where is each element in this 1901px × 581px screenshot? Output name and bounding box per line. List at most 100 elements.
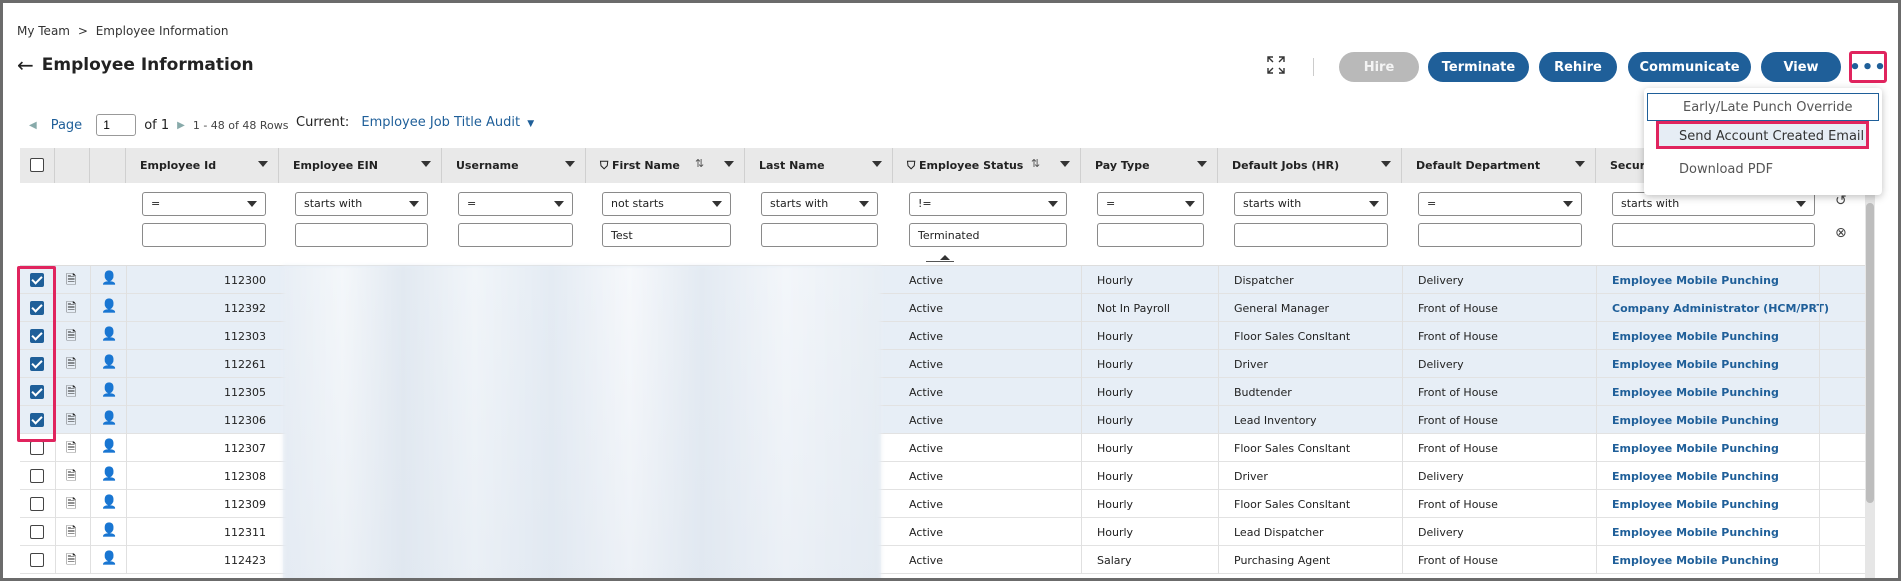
column-divider [90, 462, 91, 490]
cell-security[interactable]: Employee Mobile Punching [1612, 554, 1779, 567]
row-checkbox[interactable] [30, 469, 44, 483]
edit-user-icon[interactable]: 👤 [101, 523, 117, 538]
edit-user-icon[interactable]: 👤 [101, 411, 117, 426]
row-checkbox[interactable] [30, 553, 44, 567]
row-checkbox[interactable] [30, 441, 44, 455]
filter-value-username[interactable] [458, 223, 573, 247]
filter-op-employee-ein[interactable]: starts with [295, 192, 428, 216]
filter-value-first-name[interactable]: Test [602, 223, 731, 247]
filter-value-security[interactable] [1612, 223, 1815, 247]
filter-value-default-jobs[interactable] [1234, 223, 1388, 247]
terminate-button[interactable]: Terminate [1428, 52, 1529, 82]
column-header-first-name[interactable]: ⛉ First Name ⇅ [586, 148, 745, 183]
menu-item-download-pdf[interactable]: Download PDF [1644, 156, 1882, 184]
edit-user-icon[interactable]: 👤 [101, 299, 117, 314]
hire-button[interactable]: Hire [1339, 52, 1419, 82]
menu-item-send-account-created-email[interactable]: Send Account Created Email [1656, 121, 1869, 149]
filter-op-default-jobs[interactable]: starts with [1234, 192, 1388, 216]
cell-security[interactable]: Employee Mobile Punching [1612, 526, 1779, 539]
view-record-icon[interactable]: 🗎 [66, 383, 76, 405]
filter-value-pay-type[interactable] [1097, 223, 1204, 247]
resize-caret-icon[interactable] [940, 255, 950, 260]
column-divider [126, 266, 127, 294]
cell-security[interactable]: Employee Mobile Punching [1612, 330, 1779, 343]
resize-handle[interactable] [926, 261, 954, 262]
view-record-icon[interactable]: 🗎 [66, 299, 76, 321]
column-divider [90, 546, 91, 574]
edit-user-icon[interactable]: 👤 [101, 327, 117, 342]
filter-value-last-name[interactable] [761, 223, 878, 247]
cell-pay-type: Hourly [1097, 498, 1134, 511]
edit-user-icon[interactable]: 👤 [101, 271, 117, 286]
filter-value-employee-status[interactable]: Terminated [909, 223, 1067, 247]
view-record-icon[interactable]: 🗎 [66, 271, 76, 293]
view-button[interactable]: View [1761, 52, 1841, 82]
cell-security[interactable]: Employee Mobile Punching [1612, 274, 1779, 287]
breadcrumb-root[interactable]: My Team [17, 24, 70, 38]
reset-filters-icon[interactable]: ↺ [1835, 193, 1847, 209]
view-record-icon[interactable]: 🗎 [66, 439, 76, 461]
view-record-icon[interactable]: 🗎 [66, 411, 76, 433]
cell-security[interactable]: Employee Mobile Punching [1612, 414, 1779, 427]
column-header-default-jobs[interactable]: Default Jobs (HR) [1218, 148, 1402, 183]
edit-user-icon[interactable]: 👤 [101, 383, 117, 398]
filter-op-security[interactable]: starts with [1612, 192, 1815, 216]
filter-op-default-department[interactable]: = [1418, 192, 1582, 216]
column-header-employee-status[interactable]: ⛉ Employee Status ⇅ [893, 148, 1081, 183]
row-checkbox[interactable] [30, 525, 44, 539]
breadcrumb: My Team > Employee Information [17, 24, 232, 38]
current-view-select[interactable]: Employee Job Title Audit [361, 115, 520, 130]
view-record-icon[interactable]: 🗎 [66, 467, 76, 489]
cell-security[interactable]: Employee Mobile Punching [1612, 442, 1779, 455]
filter-op-first-name[interactable]: not starts [602, 192, 731, 216]
column-header-username[interactable]: Username [442, 148, 586, 183]
filter-value-employee-id[interactable] [142, 223, 266, 247]
menu-item-early-late-punch-override[interactable]: Early/Late Punch Override [1647, 93, 1879, 121]
rehire-button[interactable]: Rehire [1539, 52, 1617, 82]
column-divider [90, 434, 91, 462]
cell-default-jobs: Driver [1234, 358, 1268, 371]
chevron-down-icon[interactable]: ▼ [527, 119, 534, 129]
row-checkbox[interactable] [30, 497, 44, 511]
view-record-icon[interactable]: 🗎 [66, 551, 76, 573]
view-record-icon[interactable]: 🗎 [66, 495, 76, 517]
column-header-employee-ein[interactable]: Employee EIN [279, 148, 442, 183]
edit-user-icon[interactable]: 👤 [101, 495, 117, 510]
filter-op-employee-id[interactable]: = [142, 192, 266, 216]
more-options-button[interactable]: ••• [1849, 51, 1887, 83]
column-header-last-name[interactable]: Last Name [745, 148, 893, 183]
cell-security[interactable]: Company Administrator (HCM/PRT) [1612, 302, 1829, 315]
filter-op-employee-status[interactable]: != [909, 192, 1067, 216]
select-all-checkbox[interactable] [30, 158, 44, 172]
page-number-input[interactable] [96, 114, 137, 136]
column-header-employee-id[interactable]: Employee Id [126, 148, 279, 183]
back-arrow-icon[interactable]: ← [17, 55, 34, 75]
edit-user-icon[interactable]: 👤 [101, 355, 117, 370]
filter-op-pay-type[interactable]: = [1097, 192, 1204, 216]
edit-user-icon[interactable]: 👤 [101, 551, 117, 566]
column-header-default-department[interactable]: Default Department [1402, 148, 1596, 183]
column-header-pay-type[interactable]: Pay Type [1081, 148, 1218, 183]
next-page-icon[interactable]: ▶ [177, 120, 185, 131]
filter-value-employee-ein[interactable] [295, 223, 428, 247]
clear-filters-icon[interactable]: ⊗ [1835, 225, 1847, 241]
filter-op-username[interactable]: = [458, 192, 573, 216]
edit-user-icon[interactable]: 👤 [101, 467, 117, 482]
current-view-label: Current: [296, 115, 350, 130]
cell-security[interactable]: Employee Mobile Punching [1612, 498, 1779, 511]
filter-op-last-name[interactable]: starts with [761, 192, 878, 216]
cell-employee-status: Active [909, 554, 944, 567]
cell-security[interactable]: Employee Mobile Punching [1612, 358, 1779, 371]
expand-icon[interactable] [1267, 56, 1285, 74]
cell-security[interactable]: Employee Mobile Punching [1612, 470, 1779, 483]
edit-user-icon[interactable]: 👤 [101, 439, 117, 454]
filter-value-default-department[interactable] [1418, 223, 1582, 247]
prev-page-icon[interactable]: ◀ [29, 120, 37, 131]
cell-security[interactable]: Employee Mobile Punching [1612, 386, 1779, 399]
view-record-icon[interactable]: 🗎 [66, 523, 76, 545]
communicate-button[interactable]: Communicate [1628, 52, 1751, 82]
view-record-icon[interactable]: 🗎 [66, 355, 76, 377]
view-record-icon[interactable]: 🗎 [66, 327, 76, 349]
vertical-scrollbar[interactable] [1865, 163, 1875, 578]
scrollbar-thumb[interactable] [1866, 203, 1874, 503]
